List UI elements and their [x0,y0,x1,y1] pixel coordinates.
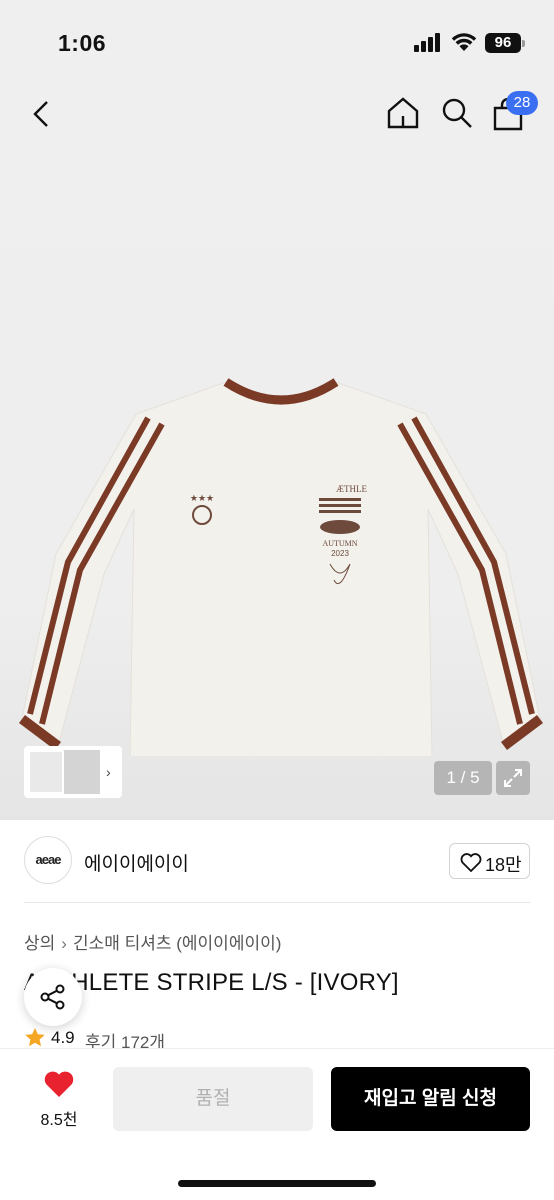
product-gallery[interactable]: ★★★ ÆTHLE AUTUMN 2023 › 1 / 5 [0,88,554,820]
signal-icon [414,33,442,52]
svg-text:★★★: ★★★ [190,493,214,503]
brand-like-button[interactable]: 18만 [449,843,530,879]
breadcrumb-root[interactable]: 상의 [24,934,55,953]
print-line-2: AUTUMN [322,539,357,548]
wishlist-button[interactable]: 8.5천 [28,1068,90,1129]
divider [24,902,530,903]
heart-filled-icon [44,1071,74,1097]
chevron-right-icon[interactable]: › [106,764,111,780]
wifi-icon [451,33,477,51]
brand-logo[interactable]: aeae [24,836,72,884]
share-icon [40,984,65,1010]
heart-outline-icon [460,853,482,872]
expand-button[interactable] [496,761,530,795]
restock-alert-button[interactable]: 재입고 알림 신청 [331,1067,530,1131]
sold-out-button: 품절 [113,1067,313,1131]
brand-name[interactable]: 에이이에이이 [84,849,189,876]
rating-value: 4.9 [51,1028,75,1047]
status-time: 1:06 [58,30,107,56]
battery-icon: 96 [485,33,525,53]
wishlist-count: 8.5천 [40,1112,78,1129]
battery-level: 96 [485,33,521,53]
search-icon[interactable] [440,96,474,130]
print-line-1: ÆTHLE [336,484,367,494]
status-bar: 1:06 96 [0,0,554,88]
thumbnail-2[interactable] [64,750,100,794]
thumbnail-1[interactable] [30,752,62,792]
print-line-3: 2023 [331,549,349,558]
page-indicator: 1 / 5 [434,761,492,795]
expand-icon [504,769,522,787]
home-indicator [178,1180,376,1187]
star-icon [25,1028,45,1047]
thumbnail-strip[interactable]: › [24,746,122,798]
breadcrumb-category[interactable]: 긴소매 티셔츠 (에이이에이이) [73,934,281,953]
chevron-right-icon: › [61,934,67,953]
cart-badge: 28 [506,91,538,115]
product-image: ★★★ ÆTHLE AUTUMN 2023 [19,378,543,756]
share-button[interactable] [24,968,82,1026]
home-icon[interactable] [386,96,420,130]
brand-like-count: 18만 [485,855,522,875]
breadcrumb: 상의 › 긴소매 티셔츠 (에이이에이이) [24,929,281,954]
back-icon[interactable] [26,98,58,130]
